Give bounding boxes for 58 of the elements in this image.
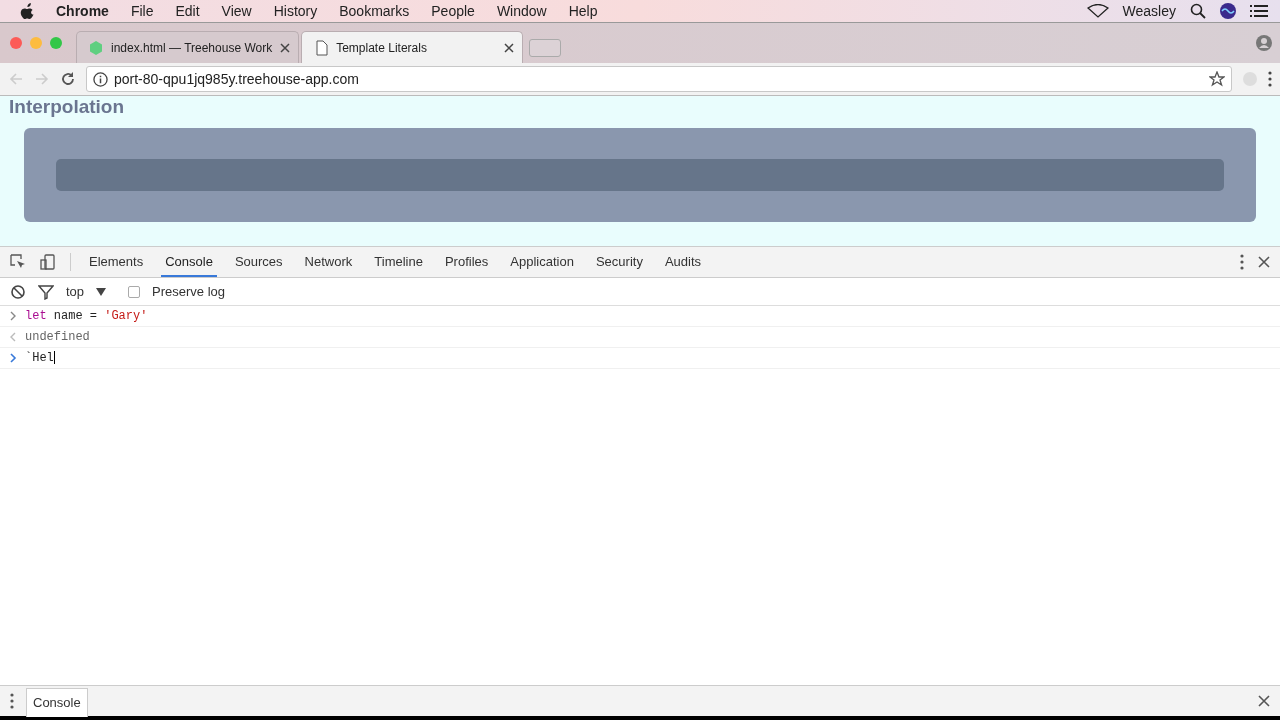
menu-item[interactable]: File bbox=[130, 3, 154, 19]
clear-icon[interactable] bbox=[10, 283, 26, 300]
devtools-tab[interactable]: Audits bbox=[660, 247, 706, 277]
devtools-tab[interactable]: Sources bbox=[230, 247, 287, 277]
more-icon[interactable] bbox=[1240, 254, 1244, 270]
device-icon[interactable] bbox=[40, 254, 56, 270]
menu-item[interactable]: View bbox=[221, 3, 252, 19]
input-prompt-icon bbox=[9, 310, 17, 322]
devtools-tab[interactable]: Security bbox=[591, 247, 647, 277]
apple-logo-icon[interactable] bbox=[20, 3, 34, 19]
app-menu[interactable]: Chrome bbox=[56, 3, 109, 19]
tab-title: Template Literals bbox=[336, 40, 428, 55]
inspect-icon[interactable] bbox=[10, 254, 26, 270]
workspace-favicon-icon bbox=[89, 39, 103, 56]
drawer-tab[interactable]: Console bbox=[26, 687, 88, 717]
address-bar[interactable]: port-80-qpu1jq985y.treehouse-app.com bbox=[86, 66, 1232, 92]
devtools-tab[interactable]: Network bbox=[300, 247, 357, 277]
page-heading: Interpolation bbox=[9, 96, 125, 118]
context-selector[interactable]: top bbox=[66, 284, 85, 299]
wifi-icon[interactable] bbox=[1086, 4, 1109, 18]
checkbox-label: Preserve log bbox=[152, 284, 226, 299]
close-icon[interactable] bbox=[504, 42, 515, 53]
devtools-tab[interactable]: Console bbox=[161, 247, 217, 277]
menu-item[interactable]: Edit bbox=[175, 3, 200, 19]
page-icon bbox=[314, 39, 329, 56]
devtools-tab[interactable]: Profiles bbox=[440, 247, 493, 277]
filter-icon[interactable] bbox=[38, 283, 54, 300]
menu-item[interactable]: People bbox=[431, 3, 475, 19]
tab-title: index.html — Treehouse Work bbox=[111, 40, 273, 55]
more-icon[interactable] bbox=[1268, 71, 1272, 87]
browser-tab[interactable]: Template Literals bbox=[301, 31, 524, 63]
info-icon bbox=[93, 71, 108, 87]
url-text: port-80-qpu1jq985y.treehouse-app.com bbox=[114, 71, 360, 87]
devtools-tab[interactable]: Timeline bbox=[370, 247, 427, 277]
list-icon[interactable] bbox=[1250, 4, 1268, 18]
close-icon[interactable] bbox=[280, 42, 291, 53]
more-icon[interactable] bbox=[10, 693, 14, 709]
close-icon[interactable] bbox=[1258, 256, 1270, 268]
star-icon[interactable] bbox=[1209, 71, 1225, 87]
input-field[interactable] bbox=[56, 159, 1224, 191]
devtools-tab[interactable]: Elements bbox=[85, 247, 148, 277]
menu-item[interactable]: Window bbox=[496, 3, 547, 19]
profile-icon[interactable] bbox=[1256, 35, 1272, 51]
close-icon[interactable] bbox=[1258, 695, 1270, 707]
browser-tab[interactable]: index.html — Treehouse Work bbox=[76, 31, 300, 63]
menu-item[interactable]: Help bbox=[568, 3, 598, 19]
command-text[interactable]: `Hel bbox=[25, 351, 55, 365]
input-prompt-icon bbox=[9, 352, 17, 364]
checkbox[interactable] bbox=[128, 285, 141, 298]
dropdown-arrow-icon[interactable] bbox=[96, 287, 107, 296]
command-text: let name = 'Gary' bbox=[25, 309, 148, 323]
search-icon[interactable] bbox=[1190, 3, 1206, 19]
devtools-tab[interactable]: Application bbox=[506, 247, 578, 277]
menu-item[interactable]: Bookmarks bbox=[339, 3, 410, 19]
reload-icon[interactable] bbox=[60, 71, 76, 87]
user-name[interactable]: Weasley bbox=[1122, 3, 1176, 19]
output-text: undefined bbox=[25, 330, 90, 344]
menu-item[interactable]: History bbox=[273, 3, 318, 19]
